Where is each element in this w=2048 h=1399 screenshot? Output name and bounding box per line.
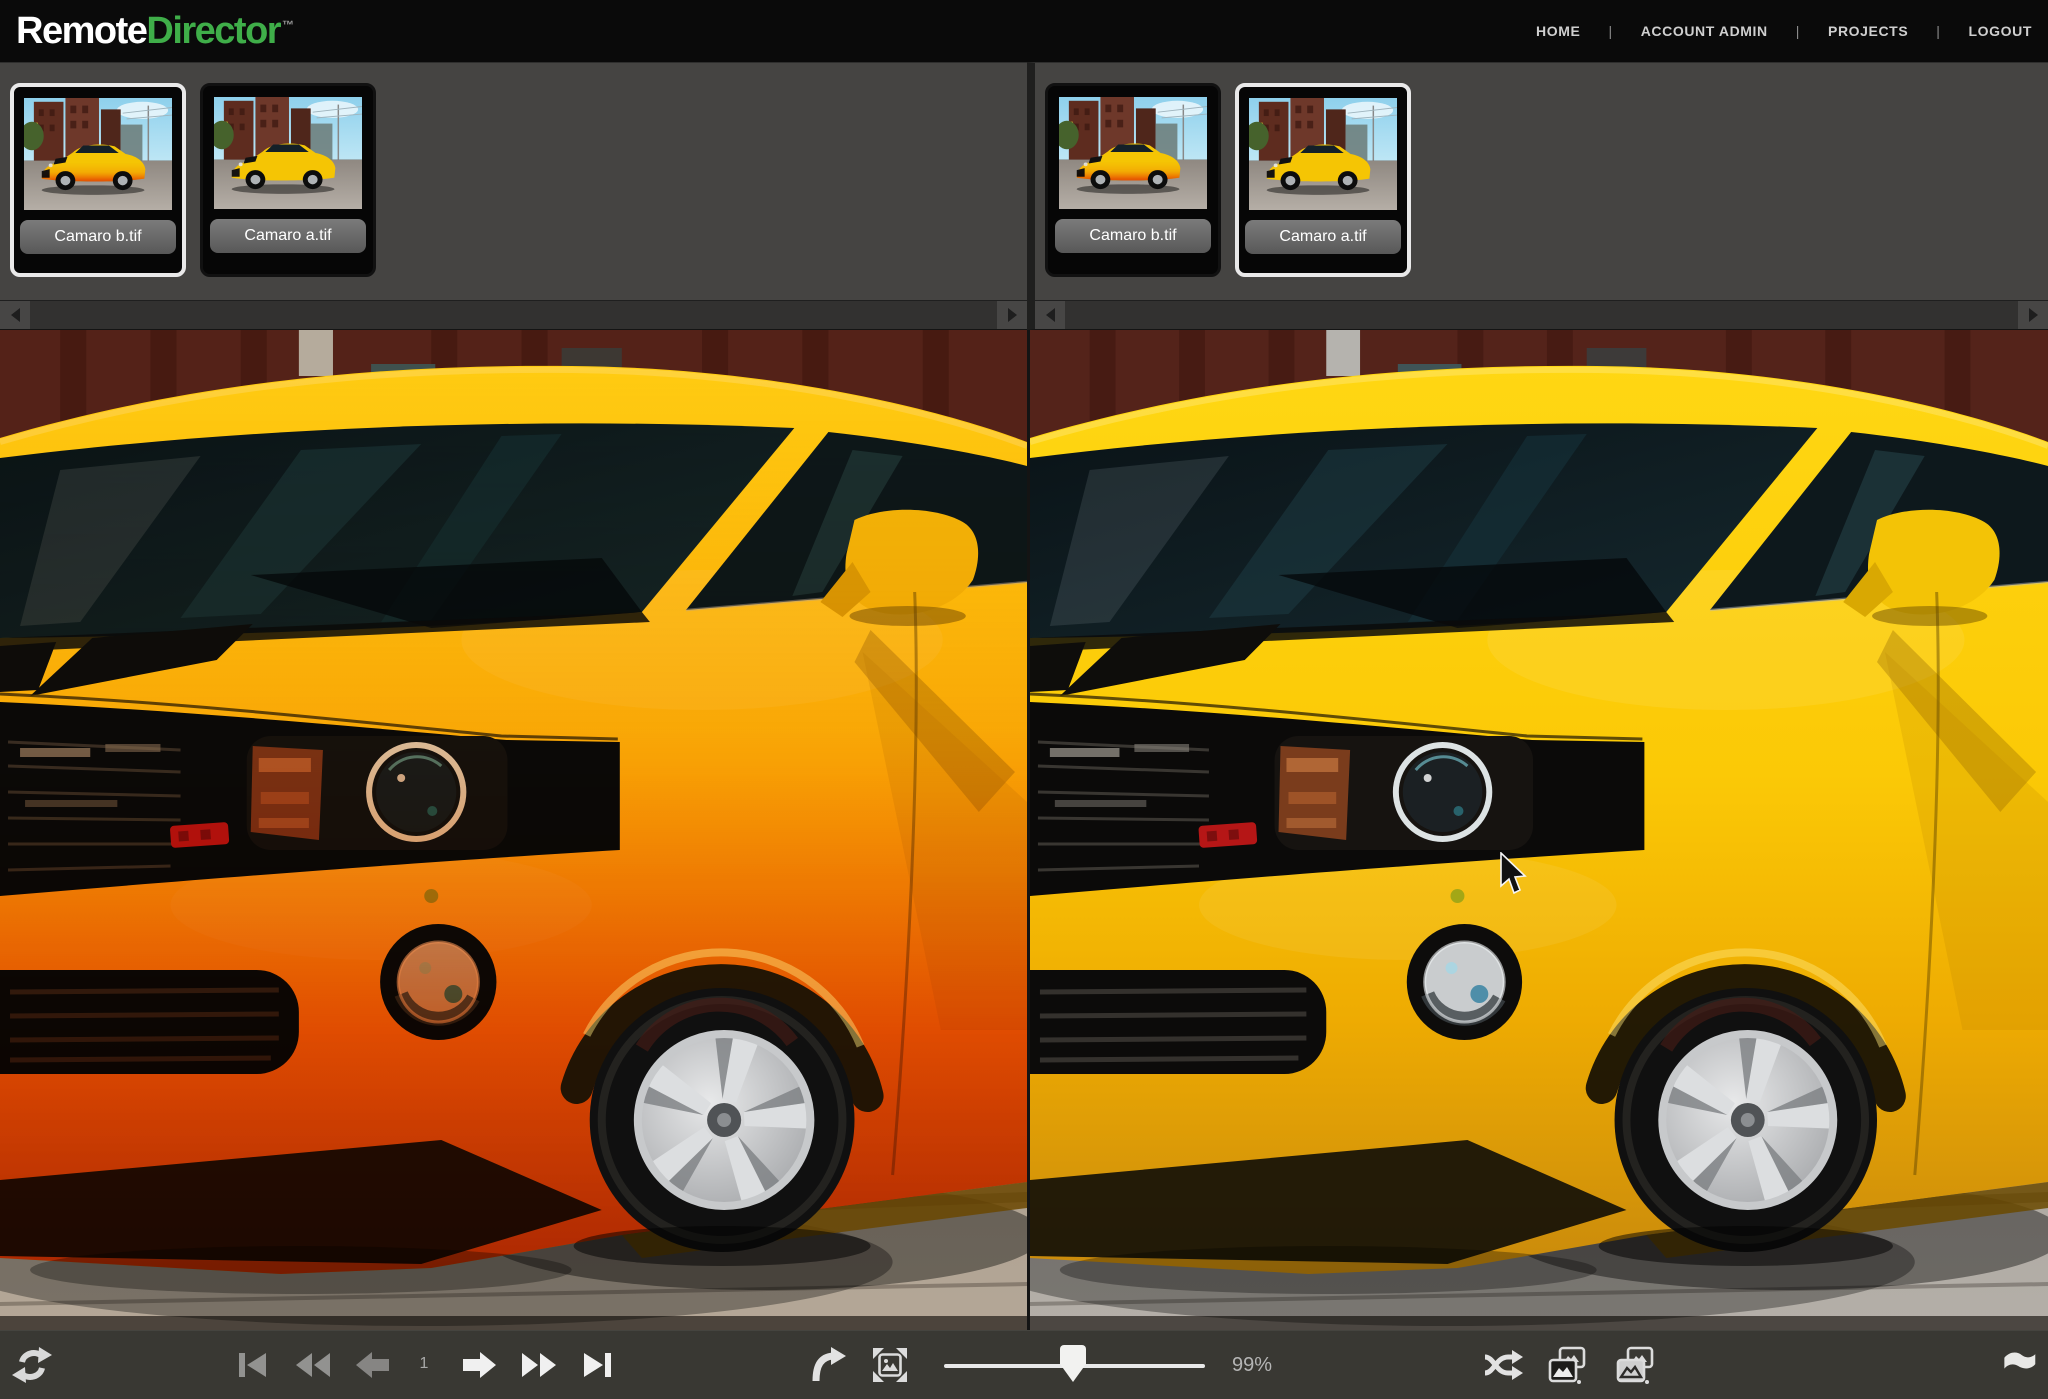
logo-trademark: ™ bbox=[282, 18, 294, 32]
thumbnail-filename: Camaro a.tif bbox=[1245, 220, 1401, 254]
thumbnail-camaro-b-right[interactable]: Camaro b.tif bbox=[1045, 83, 1221, 277]
scroll-right-button[interactable] bbox=[997, 301, 1027, 329]
fit-image-icon bbox=[870, 1345, 910, 1385]
gallery-images-icon bbox=[1615, 1345, 1655, 1385]
thumbnail-image bbox=[214, 97, 362, 209]
nav-home[interactable]: HOME bbox=[1536, 23, 1580, 39]
nav-account-admin[interactable]: ACCOUNT ADMIN bbox=[1641, 23, 1768, 39]
scrollbar-track[interactable] bbox=[1065, 301, 2018, 329]
camaro-photo-warm bbox=[0, 330, 1027, 1330]
scrollbar-track[interactable] bbox=[30, 301, 997, 329]
first-page-button[interactable] bbox=[230, 1345, 274, 1385]
nav-separator: | bbox=[1608, 23, 1612, 39]
nav-logout[interactable]: LOGOUT bbox=[1969, 23, 2032, 39]
thumbnail-filename: Camaro b.tif bbox=[1055, 219, 1211, 253]
thumbnail-image bbox=[24, 98, 172, 210]
left-thumbnail-scrollbar bbox=[0, 300, 1027, 330]
scroll-left-button[interactable] bbox=[0, 301, 30, 329]
scroll-right-button[interactable] bbox=[2018, 301, 2048, 329]
thumbnail-camaro-b-left[interactable]: Camaro b.tif bbox=[10, 83, 186, 277]
arrow-right-icon bbox=[2029, 308, 2038, 322]
thumbnail-filename: Camaro b.tif bbox=[20, 220, 176, 254]
scroll-left-button[interactable] bbox=[1035, 301, 1065, 329]
next-image-button[interactable] bbox=[458, 1345, 502, 1385]
compare-workspace: Camaro b.tif Camaro a.tif bbox=[0, 62, 2048, 1330]
previous-arrow-icon bbox=[352, 1345, 392, 1385]
redo-arrow-icon bbox=[806, 1345, 846, 1385]
thumbnail-filename: Camaro a.tif bbox=[210, 219, 366, 253]
swap-shuffle-icon bbox=[1483, 1345, 1523, 1385]
last-page-button[interactable] bbox=[576, 1345, 620, 1385]
zoom-slider bbox=[944, 1331, 1205, 1399]
gallery-images-button[interactable] bbox=[1613, 1345, 1657, 1385]
right-panel: Camaro b.tif Camaro a.tif bbox=[1027, 62, 2048, 1330]
logo-director: Director bbox=[146, 10, 280, 52]
arrow-right-icon bbox=[1008, 308, 1017, 322]
next-arrow-icon bbox=[460, 1345, 500, 1385]
top-bar: RemoteDirector™ HOME | ACCOUNT ADMIN | P… bbox=[0, 0, 2048, 62]
right-proof-image[interactable] bbox=[1027, 330, 2048, 1330]
camaro-photo bbox=[1030, 330, 2048, 1330]
thumbnail-camaro-a-left[interactable]: Camaro a.tif bbox=[200, 83, 376, 277]
fit-image-button[interactable] bbox=[868, 1345, 912, 1385]
arrow-left-icon bbox=[1046, 308, 1055, 322]
thumbnail-image bbox=[1059, 97, 1207, 209]
app-logo: RemoteDirector™ bbox=[16, 10, 294, 53]
swap-images-button[interactable] bbox=[1481, 1345, 1525, 1385]
viewer-toolbar: 1 bbox=[0, 1330, 2048, 1399]
left-panel: Camaro b.tif Camaro a.tif bbox=[0, 62, 1027, 1330]
rewind-icon bbox=[292, 1345, 332, 1385]
nav-projects[interactable]: PROJECTS bbox=[1828, 23, 1908, 39]
previous-image-button[interactable] bbox=[350, 1345, 394, 1385]
logo-remote: Remote bbox=[16, 10, 146, 52]
main-nav: HOME | ACCOUNT ADMIN | PROJECTS | LOGOUT bbox=[1536, 23, 2032, 39]
fast-forward-button[interactable] bbox=[518, 1345, 562, 1385]
right-thumbnail-strip: Camaro b.tif Camaro a.tif bbox=[1027, 62, 2048, 300]
flag-icon bbox=[1998, 1345, 2038, 1385]
first-page-icon bbox=[232, 1345, 272, 1385]
refresh-icon bbox=[12, 1345, 52, 1385]
left-thumbnail-strip: Camaro b.tif Camaro a.tif bbox=[0, 62, 1027, 300]
page-number: 1 bbox=[412, 1355, 436, 1373]
zoom-level: 99% bbox=[1232, 1354, 1272, 1377]
fast-forward-icon bbox=[520, 1345, 560, 1385]
redo-annotation-button[interactable] bbox=[804, 1345, 848, 1385]
thumbnail-camaro-a-right[interactable]: Camaro a.tif bbox=[1235, 83, 1411, 277]
refresh-button[interactable] bbox=[10, 1345, 54, 1385]
compare-images-button[interactable] bbox=[1545, 1345, 1589, 1385]
left-proof-image[interactable] bbox=[0, 330, 1027, 1330]
compare-images-icon bbox=[1547, 1345, 1587, 1385]
right-thumbnail-scrollbar bbox=[1027, 300, 2048, 330]
nav-separator: | bbox=[1796, 23, 1800, 39]
last-page-icon bbox=[578, 1345, 618, 1385]
arrow-left-icon bbox=[11, 308, 20, 322]
rewind-button[interactable] bbox=[290, 1345, 334, 1385]
thumbnail-image bbox=[1249, 98, 1397, 210]
flag-button[interactable] bbox=[1996, 1345, 2040, 1385]
zoom-slider-thumb[interactable] bbox=[1059, 1344, 1087, 1384]
nav-separator: | bbox=[1936, 23, 1940, 39]
remote-director-app: RemoteDirector™ HOME | ACCOUNT ADMIN | P… bbox=[0, 0, 2048, 1399]
